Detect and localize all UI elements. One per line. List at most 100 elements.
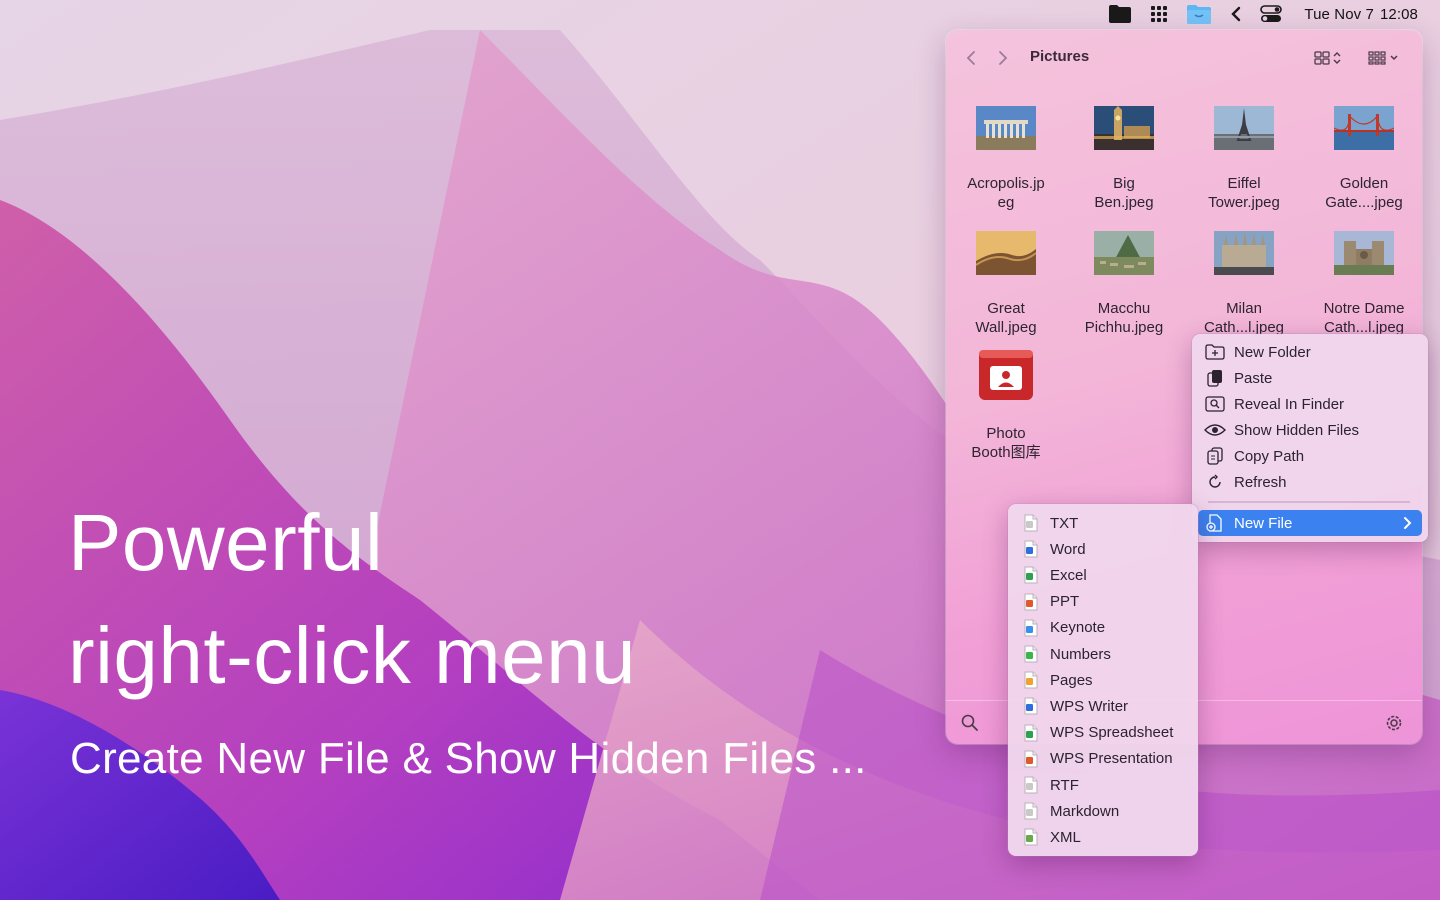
new-file-type-xml[interactable]: XML — [1014, 824, 1192, 850]
gear-icon[interactable] — [1384, 713, 1404, 733]
menu-bar-clock[interactable]: Tue Nov 7 12:08 — [1298, 6, 1418, 23]
menu-item-label: RTF — [1050, 776, 1079, 794]
new-file-type-wps-presentation[interactable]: WPS Presentation — [1014, 746, 1192, 772]
reveal-finder-icon — [1204, 393, 1226, 415]
new-file-type-ppt[interactable]: PPT — [1014, 589, 1192, 615]
chevron-down-icon — [1390, 55, 1398, 61]
menu-item-label: New File — [1234, 514, 1293, 532]
file-item[interactable]: Notre Dame Cath...l.jpeg — [1304, 221, 1422, 336]
great-wall-thumbnail — [976, 231, 1036, 275]
document-icon — [1020, 617, 1042, 639]
document-icon — [1020, 564, 1042, 586]
group-by-button[interactable] — [1368, 46, 1399, 70]
context-menu: New Folder Paste Reveal In Finder Show H… — [1192, 334, 1428, 542]
menu-item-label: Pages — [1050, 671, 1093, 689]
new-file-type-rtf[interactable]: RTF — [1014, 772, 1192, 798]
machu-picchu-thumbnail — [1094, 231, 1154, 275]
menu-bar-time: 12:08 — [1379, 5, 1418, 23]
menu-item-label: WPS Presentation — [1050, 750, 1173, 768]
new-file-type-pages[interactable]: Pages — [1014, 667, 1192, 693]
menu-item-label: Excel — [1050, 566, 1087, 584]
document-icon — [1020, 591, 1042, 613]
eye-icon — [1204, 419, 1226, 441]
menu-item-label: Show Hidden Files — [1234, 421, 1360, 439]
file-name: Milan Cath...l.jpeg — [1203, 300, 1285, 336]
menu-item-label: Refresh — [1234, 473, 1287, 491]
new-file-type-excel[interactable]: Excel — [1014, 562, 1192, 588]
menu-separator — [1208, 501, 1410, 503]
document-icon — [1020, 695, 1042, 717]
forward-button[interactable] — [992, 47, 1014, 69]
document-icon — [1020, 800, 1042, 822]
file-name: Macchu Pichhu.jpeg — [1084, 300, 1164, 336]
menu-item-label: Reveal In Finder — [1234, 395, 1345, 413]
copy-path-icon — [1204, 445, 1226, 467]
chevron-left-icon[interactable] — [1230, 0, 1242, 28]
acropolis-thumbnail — [976, 106, 1036, 150]
document-icon — [1020, 643, 1042, 665]
new-file-submenu: TXT Word Excel PPT Keynote Numbers Pages WPS Wr… — [1008, 504, 1198, 856]
menu-item-paste[interactable]: Paste — [1198, 365, 1422, 391]
folder-icon[interactable] — [1108, 0, 1132, 28]
menu-item-label: WPS Writer — [1050, 697, 1129, 715]
menu-item-label: Copy Path — [1234, 447, 1305, 465]
menu-item-label: Numbers — [1050, 645, 1111, 663]
new-folder-icon — [1204, 341, 1226, 363]
file-item[interactable]: Photo Booth图库 — [946, 346, 1066, 461]
document-icon — [1020, 669, 1042, 691]
milan-cathedral-thumbnail — [1214, 231, 1274, 275]
new-file-type-keynote[interactable]: Keynote — [1014, 615, 1192, 641]
hero-title-line2: right-click menu — [68, 611, 637, 700]
control-center-icon[interactable] — [1260, 0, 1283, 28]
chevron-right-icon — [999, 51, 1008, 65]
grid-dots-icon[interactable] — [1150, 0, 1168, 28]
window-title: Pictures — [1030, 48, 1090, 65]
menu-item-label: Paste — [1234, 369, 1273, 387]
finder-icon[interactable] — [1186, 0, 1212, 28]
menu-item-new-folder[interactable]: New Folder — [1198, 339, 1422, 365]
search-icon[interactable] — [960, 713, 980, 733]
file-item[interactable]: Eiffel Tower.jpeg — [1184, 96, 1304, 211]
new-file-type-markdown[interactable]: Markdown — [1014, 798, 1192, 824]
file-item[interactable]: Golden Gate....jpeg — [1304, 96, 1422, 211]
file-name: Eiffel Tower.jpeg — [1208, 175, 1280, 211]
chevron-right-icon — [1404, 517, 1412, 529]
view-mode-button[interactable] — [1314, 46, 1341, 70]
menu-item-label: WPS Spreadsheet — [1050, 724, 1174, 742]
file-name: Big Ben.jpeg — [1094, 175, 1154, 211]
notre-dame-thumbnail — [1334, 231, 1394, 275]
menu-bar-date: Tue Nov 7 — [1304, 5, 1374, 23]
file-name: Great Wall.jpeg — [975, 300, 1037, 336]
file-name: Notre Dame Cath...l.jpeg — [1323, 300, 1405, 336]
menu-item-reveal-in-finder[interactable]: Reveal In Finder — [1198, 391, 1422, 417]
file-name: Photo Booth图库 — [971, 425, 1041, 461]
hero-title-line1: Powerful — [68, 498, 384, 587]
menu-item-copy-path[interactable]: Copy Path — [1198, 443, 1422, 469]
menu-item-label: XML — [1050, 828, 1081, 846]
photo-booth-icon — [979, 350, 1033, 400]
eiffel-thumbnail — [1214, 106, 1274, 150]
document-icon — [1020, 722, 1042, 744]
new-file-type-txt[interactable]: TXT — [1014, 510, 1192, 536]
file-item[interactable]: Big Ben.jpeg — [1064, 96, 1184, 211]
menu-item-label: New Folder — [1234, 343, 1311, 361]
new-file-type-numbers[interactable]: Numbers — [1014, 641, 1192, 667]
file-item[interactable]: Macchu Pichhu.jpeg — [1064, 221, 1184, 336]
chevron-left-icon — [966, 51, 975, 65]
back-button[interactable] — [960, 47, 982, 69]
new-file-type-wps-spreadsheet[interactable]: WPS Spreadsheet — [1014, 720, 1192, 746]
group-grid-icon — [1368, 51, 1386, 65]
new-file-type-word[interactable]: Word — [1014, 536, 1192, 562]
refresh-icon — [1204, 471, 1226, 493]
menu-item-label: Markdown — [1050, 802, 1120, 820]
file-name: Golden Gate....jpeg — [1325, 175, 1403, 211]
file-item[interactable]: Acropolis.jp eg — [946, 96, 1066, 211]
menu-item-show-hidden-files[interactable]: Show Hidden Files — [1198, 417, 1422, 443]
file-item[interactable]: Milan Cath...l.jpeg — [1184, 221, 1304, 336]
new-file-type-wps-writer[interactable]: WPS Writer — [1014, 693, 1192, 719]
new-file-icon — [1204, 512, 1226, 534]
file-item[interactable]: Great Wall.jpeg — [946, 221, 1066, 336]
document-icon — [1020, 774, 1042, 796]
menu-item-refresh[interactable]: Refresh — [1198, 469, 1422, 495]
menu-item-new-file[interactable]: New File — [1198, 510, 1422, 536]
